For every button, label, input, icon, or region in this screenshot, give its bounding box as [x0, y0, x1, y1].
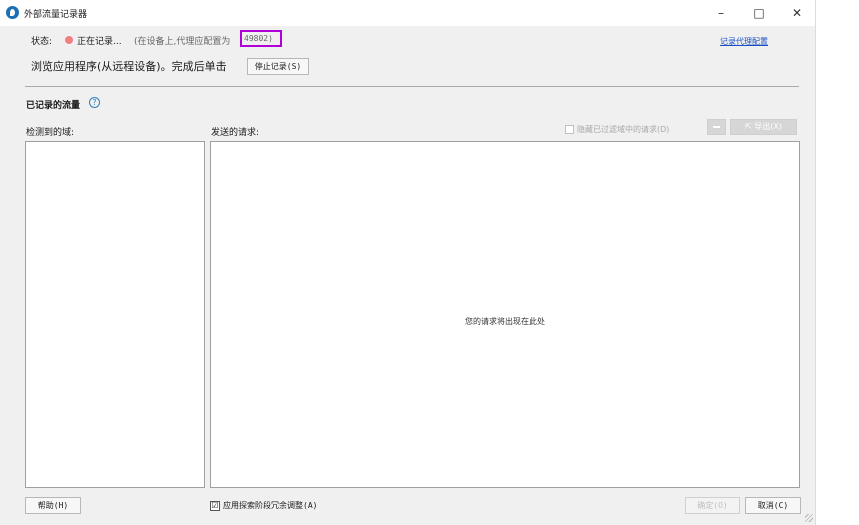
- close-button[interactable]: ✕: [780, 3, 814, 23]
- ok-button[interactable]: 确定(O): [685, 497, 740, 514]
- recorded-traffic-title: 已记录的流量: [26, 101, 81, 111]
- browse-instruction: 浏览应用程序(从远程设备)。完成后单击: [31, 60, 227, 73]
- resize-grip-icon[interactable]: [805, 514, 813, 522]
- empty-requests-message: 您的请求将出现在此处: [465, 317, 545, 326]
- maximize-button[interactable]: □: [742, 3, 776, 23]
- help-icon[interactable]: ?: [89, 97, 100, 108]
- proxy-port: 49802): [240, 30, 282, 47]
- proxy-note: (在设备上,代理应配置为: [134, 37, 231, 47]
- cancel-button[interactable]: 取消(C): [745, 497, 801, 514]
- hide-filtered-label: 隐藏已过滤域中的请求(D): [577, 125, 670, 134]
- separator: [25, 86, 799, 87]
- domains-list[interactable]: [25, 141, 205, 488]
- recorder-window: 外部流量记录器 – □ ✕ 状态: 正在记录... (在设备上,代理应配置为 4…: [0, 0, 816, 525]
- proxy-config-link[interactable]: 记录代理配置: [720, 36, 768, 47]
- requests-list[interactable]: 您的请求将出现在此处: [210, 141, 800, 488]
- window-title: 外部流量记录器: [24, 10, 88, 20]
- minimize-button[interactable]: –: [704, 3, 738, 23]
- redundancy-adjust-label: 应用探索阶段冗余调整(A): [223, 501, 318, 510]
- app-icon: [6, 6, 19, 19]
- requests-label: 发送的请求:: [211, 128, 260, 138]
- domains-label: 检测到的域:: [26, 128, 75, 138]
- title-bar: 外部流量记录器 – □ ✕: [0, 0, 815, 26]
- redundancy-adjust-checkbox[interactable]: ☑: [210, 501, 220, 511]
- remove-button[interactable]: [707, 119, 726, 135]
- export-icon: ⇱: [745, 122, 755, 131]
- status-label: 状态:: [31, 37, 53, 47]
- recording-dot-icon: [65, 36, 73, 44]
- export-button[interactable]: ⇱ 导出(X): [730, 119, 797, 135]
- recording-status: 正在记录...: [77, 37, 122, 47]
- hide-filtered-checkbox[interactable]: [565, 125, 574, 134]
- export-label: 导出(X): [754, 122, 782, 131]
- help-button[interactable]: 帮助(H): [25, 497, 81, 514]
- stop-recording-button[interactable]: 停止记录(S): [247, 58, 309, 75]
